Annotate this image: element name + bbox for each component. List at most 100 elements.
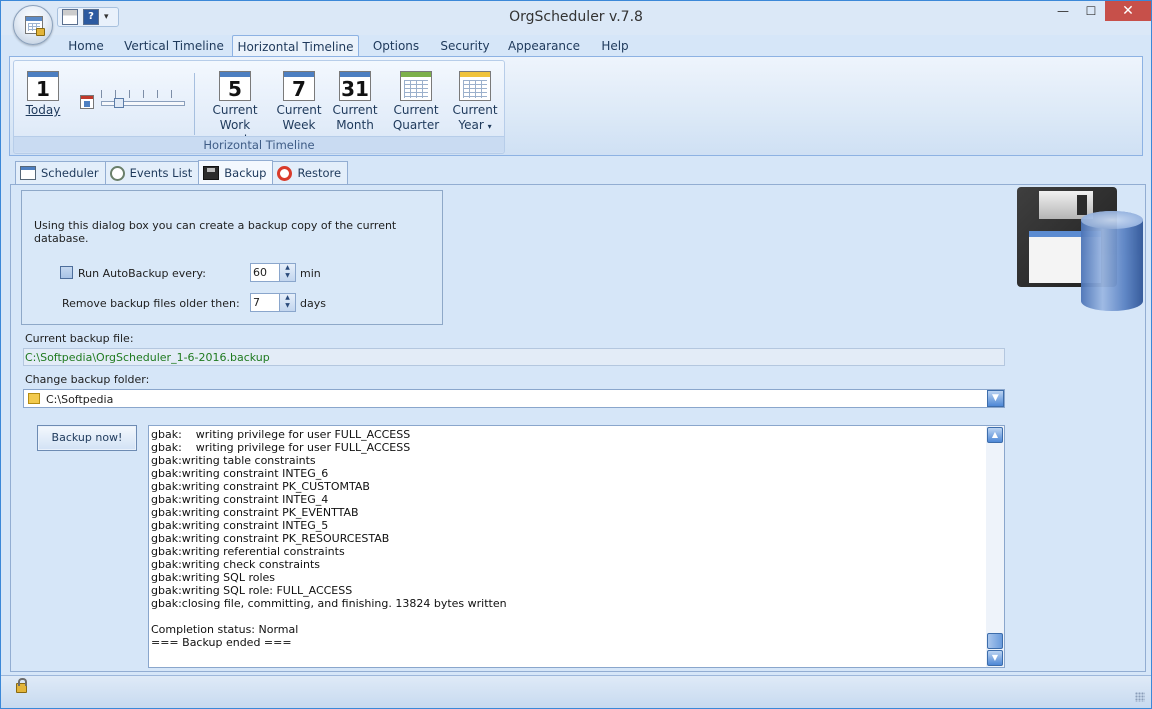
- remove-old-days-spinner[interactable]: 7 ▲ ▼: [250, 293, 296, 312]
- log-line: === Backup ended ===: [151, 636, 292, 649]
- change-backup-folder-label: Change backup folder:: [25, 373, 150, 386]
- tab-security[interactable]: Security: [435, 38, 495, 58]
- backup-intro-text: Using this dialog box you can create a b…: [34, 219, 397, 245]
- help-icon[interactable]: ?: [83, 9, 99, 25]
- current-week-button[interactable]: 7 Current Week: [276, 71, 322, 133]
- backup-folder-select[interactable]: C:\Softpedia ▼: [23, 389, 1005, 408]
- content-tabs: Scheduler Events List Backup Restore: [15, 160, 349, 184]
- calendar-grid-icon: [20, 166, 36, 180]
- close-button[interactable]: ✕: [1105, 1, 1151, 21]
- resize-grip[interactable]: [1135, 692, 1145, 702]
- tab-appearance[interactable]: Appearance: [504, 38, 584, 58]
- log-line: gbak:writing referential constraints: [151, 545, 345, 558]
- calendar-number: 7: [292, 77, 306, 101]
- log-line: gbak:writing constraint PK_CUSTOMTAB: [151, 480, 370, 493]
- year-label: Year: [458, 118, 484, 132]
- autobackup-checkbox[interactable]: [60, 266, 73, 279]
- button-label-line1: Current: [276, 103, 322, 117]
- calendar-week-icon: 7: [283, 71, 315, 101]
- remove-old-unit: days: [300, 297, 326, 310]
- tab-backup[interactable]: Backup: [198, 160, 274, 184]
- autobackup-interval-spinner[interactable]: 60 ▲ ▼: [250, 263, 296, 282]
- tab-horizontal-timeline[interactable]: Horizontal Timeline: [232, 35, 359, 58]
- tab-home[interactable]: Home: [61, 38, 111, 58]
- tab-events-list[interactable]: Events List: [104, 161, 200, 184]
- window-controls: — ☐ ✕: [1049, 1, 1151, 23]
- remove-old-days-value: 7: [253, 296, 260, 309]
- folder-icon: [28, 393, 40, 404]
- app-window: OrgScheduler v.7.8 ? ▾ — ☐ ✕ Home Vertic…: [0, 0, 1152, 709]
- log-line: gbak:writing check constraints: [151, 558, 321, 571]
- current-month-button[interactable]: 31 Current Month: [332, 71, 378, 133]
- tab-restore[interactable]: Restore: [272, 161, 349, 184]
- backup-settings-box: Using this dialog box you can create a b…: [21, 190, 443, 325]
- today-button[interactable]: 1 Today: [21, 71, 65, 118]
- autobackup-interval-value: 60: [253, 266, 267, 279]
- database-backup-icon: [1017, 187, 1143, 311]
- spinner-arrows-icon[interactable]: ▲ ▼: [279, 294, 295, 311]
- log-line: Completion status: Normal: [151, 623, 299, 636]
- backup-now-button[interactable]: Backup now!: [37, 425, 137, 451]
- tab-label: Backup: [224, 165, 267, 180]
- tab-options[interactable]: Options: [365, 38, 427, 58]
- tab-label: Events List: [129, 166, 193, 180]
- button-label-line1: Current: [332, 103, 378, 117]
- chevron-down-icon: ▾: [487, 122, 492, 131]
- current-backup-file-label: Current backup file:: [25, 332, 134, 345]
- tab-help[interactable]: Help: [593, 38, 637, 58]
- log-line: gbak:writing SQL role: FULL_ACCESS: [151, 584, 353, 597]
- button-label-line2: Year ▾: [452, 118, 498, 134]
- database-cylinder-icon: [1081, 211, 1143, 311]
- log-line: gbak:writing constraint INTEG_5: [151, 519, 329, 532]
- log-line: gbak:writing constraint INTEG_4: [151, 493, 329, 506]
- maximize-button[interactable]: ☐: [1077, 1, 1105, 21]
- lock-icon: [16, 678, 27, 693]
- log-line: gbak:writing SQL roles: [151, 571, 276, 584]
- chevron-down-icon[interactable]: ▼: [987, 390, 1004, 407]
- backup-log-lines: gbak: writing privilege for user FULL_AC…: [151, 428, 984, 665]
- ribbon-panel: 1 Today 5 Current Work week 7: [9, 56, 1143, 156]
- autobackup-unit: min: [300, 267, 321, 280]
- zoom-slider-thumb[interactable]: [114, 98, 124, 108]
- quarter-label: Quarter: [392, 118, 440, 132]
- log-line: gbak:writing table constraints: [151, 454, 316, 467]
- calendar-week-icon: 5: [219, 71, 251, 101]
- calendar-year-icon: [459, 71, 491, 101]
- customize-toolbar-dropdown[interactable]: ▾: [104, 9, 114, 25]
- horizontal-timeline-group: 1 Today 5 Current Work week 7: [13, 60, 505, 154]
- current-year-button[interactable]: Current Year ▾: [452, 71, 498, 134]
- button-label-line1: Current: [393, 103, 439, 117]
- log-scrollbar[interactable]: ▲ ▼: [986, 426, 1004, 667]
- autobackup-label: Run AutoBackup every:: [78, 267, 206, 280]
- backup-log[interactable]: gbak: writing privilege for user FULL_AC…: [148, 425, 1005, 668]
- minimize-button[interactable]: —: [1049, 1, 1077, 21]
- lock-icon: [36, 28, 45, 36]
- quick-access-toolbar: ? ▾: [57, 7, 119, 27]
- tab-vertical-timeline[interactable]: Vertical Timeline: [119, 38, 229, 58]
- scroll-thumb[interactable]: [987, 633, 1003, 649]
- backup-panel: Using this dialog box you can create a b…: [10, 184, 1146, 672]
- scroll-down-icon[interactable]: ▼: [987, 650, 1003, 666]
- log-line: gbak:writing constraint PK_RESOURCESTAB: [151, 532, 390, 545]
- status-bar: [1, 675, 1151, 708]
- title-bar: OrgScheduler v.7.8 ? ▾ — ☐ ✕: [1, 1, 1151, 35]
- calendar-number: 31: [341, 77, 369, 101]
- tab-label: Restore: [297, 166, 342, 180]
- spinner-arrows-icon[interactable]: ▲ ▼: [279, 264, 295, 281]
- backup-folder-value: C:\Softpedia: [46, 393, 114, 406]
- button-label-line1: Current: [212, 103, 258, 117]
- tab-scheduler[interactable]: Scheduler: [15, 161, 106, 184]
- log-line: gbak:writing constraint INTEG_6: [151, 467, 329, 480]
- zoom-slider-ticks: [101, 90, 185, 98]
- printer-icon[interactable]: [62, 9, 78, 25]
- calendar-quarter-icon: [400, 71, 432, 101]
- app-menu-button[interactable]: [13, 5, 53, 45]
- lifebuoy-icon: [277, 165, 293, 181]
- window-title: OrgScheduler v.7.8: [509, 9, 643, 25]
- scroll-up-icon[interactable]: ▲: [987, 427, 1003, 443]
- group-separator: [194, 73, 195, 135]
- zoom-calendar-icon: [80, 95, 94, 109]
- ribbon-group-label: Horizontal Timeline: [14, 136, 504, 152]
- log-line: gbak: writing privilege for user FULL_AC…: [151, 428, 411, 441]
